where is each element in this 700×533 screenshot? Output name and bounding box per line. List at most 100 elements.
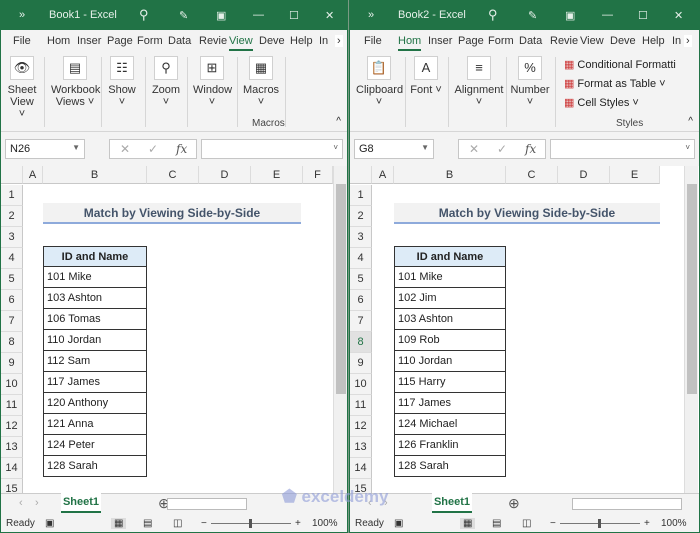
row-header-13[interactable]: 13	[350, 437, 372, 458]
cancel-icon[interactable]: ✕	[120, 142, 130, 156]
add-sheet-icon[interactable]: ⊕	[508, 495, 520, 512]
table-cell[interactable]: 112 Sam	[43, 351, 147, 372]
zoom-level[interactable]: 100%	[661, 518, 687, 529]
zoom-level[interactable]: 100%	[312, 518, 338, 529]
formula-input[interactable]: ˅	[201, 139, 343, 159]
tab-view[interactable]: View	[580, 35, 604, 47]
close-icon[interactable]: ✕	[674, 9, 683, 22]
row-header-11[interactable]: 11	[350, 395, 372, 416]
close-icon[interactable]: ✕	[325, 9, 334, 22]
row-header-4[interactable]: 4	[1, 248, 23, 269]
tab-page[interactable]: Page	[458, 35, 484, 47]
row-header-4[interactable]: 4	[350, 248, 372, 269]
workbook-views-button[interactable]: ▤ Workbook Views ˅	[51, 56, 100, 108]
formula-expand-icon[interactable]: ˅	[685, 143, 690, 152]
tab-form[interactable]: Form	[488, 35, 514, 47]
page-break-icon[interactable]: ◫	[173, 518, 182, 529]
zoom-in-icon[interactable]: +	[644, 518, 650, 529]
row-header-5[interactable]: 5	[1, 269, 23, 290]
column-header-c[interactable]: C	[147, 166, 199, 184]
tab-inser[interactable]: Inser	[428, 35, 452, 47]
row-header-1[interactable]: 1	[1, 185, 23, 206]
zoom-slider-thumb[interactable]	[249, 519, 252, 528]
table-cell[interactable]: 115 Harry	[394, 372, 506, 393]
macro-record-icon[interactable]: ▣	[45, 518, 54, 529]
row-header-9[interactable]: 9	[350, 353, 372, 374]
zoom-slider[interactable]	[211, 519, 291, 528]
row-header-6[interactable]: 6	[1, 290, 23, 311]
number-button[interactable]: % Number ˅	[510, 56, 550, 108]
table-cell[interactable]: 128 Sarah	[43, 456, 147, 477]
tab-page[interactable]: Page	[107, 35, 133, 47]
styles-item[interactable]: ▦ Format as Table ˅	[564, 77, 684, 90]
fx-icon[interactable]: fx	[176, 142, 187, 156]
zoom-slider-thumb[interactable]	[598, 519, 601, 528]
table-cell[interactable]: 101 Mike	[43, 267, 147, 288]
zoom-out-icon[interactable]: −	[201, 518, 207, 529]
name-box-dropdown-icon[interactable]: ▼	[72, 143, 80, 152]
table-cell[interactable]: 109 Rob	[394, 330, 506, 351]
next-sheet-icon[interactable]: ›	[384, 497, 388, 509]
minimize-icon[interactable]: —	[253, 9, 264, 21]
table-cell[interactable]: 121 Anna	[43, 414, 147, 435]
row-header-2[interactable]: 2	[350, 206, 372, 227]
enter-icon[interactable]: ✓	[497, 142, 507, 156]
table-header-cell[interactable]: ID and Name	[394, 246, 506, 267]
sheet-view-button[interactable]: 👁 Sheet View ˅	[7, 56, 37, 120]
select-all-corner[interactable]	[350, 166, 372, 184]
maximize-icon[interactable]: ☐	[289, 9, 299, 22]
search-icon[interactable]: ⚲	[488, 7, 498, 23]
scrollbar-thumb[interactable]	[336, 184, 346, 394]
prev-sheet-icon[interactable]: ‹	[19, 497, 23, 509]
row-header-8[interactable]: 8	[350, 332, 372, 353]
tab-help[interactable]: Help	[642, 35, 665, 47]
tabs-scroll-right-icon[interactable]: ›	[335, 35, 343, 47]
row-header-11[interactable]: 11	[1, 395, 23, 416]
page-break-icon[interactable]: ◫	[522, 518, 531, 529]
search-icon[interactable]: ⚲	[139, 7, 149, 23]
column-header-d[interactable]: D	[199, 166, 251, 184]
row-header-6[interactable]: 6	[350, 290, 372, 311]
table-cell[interactable]: 117 James	[43, 372, 147, 393]
name-box[interactable]: N26 ▼	[5, 139, 85, 159]
row-header-2[interactable]: 2	[1, 206, 23, 227]
table-cell[interactable]: 103 Ashton	[394, 309, 506, 330]
tab-inser[interactable]: Inser	[77, 35, 101, 47]
row-header-10[interactable]: 10	[1, 374, 23, 395]
styles-item[interactable]: ▦ Conditional Formatti	[564, 58, 684, 71]
fx-icon[interactable]: fx	[525, 142, 536, 156]
table-cell[interactable]: 128 Sarah	[394, 456, 506, 477]
tab-data[interactable]: Data	[519, 35, 542, 47]
table-cell[interactable]: 117 James	[394, 393, 506, 414]
table-cell[interactable]: 110 Jordan	[43, 330, 147, 351]
tab-hom[interactable]: Hom	[47, 35, 70, 47]
table-cell[interactable]: 101 Mike	[394, 267, 506, 288]
row-header-3[interactable]: 3	[350, 227, 372, 248]
maximize-icon[interactable]: ☐	[638, 9, 648, 22]
column-header-b[interactable]: B	[43, 166, 147, 184]
row-header-13[interactable]: 13	[1, 437, 23, 458]
name-box[interactable]: G8 ▼	[354, 139, 434, 159]
pen-icon[interactable]: ✎	[528, 9, 537, 22]
tab-data[interactable]: Data	[168, 35, 191, 47]
cancel-icon[interactable]: ✕	[469, 142, 479, 156]
column-header-f[interactable]: F	[303, 166, 333, 184]
row-header-9[interactable]: 9	[1, 353, 23, 374]
scrollbar-thumb[interactable]	[687, 184, 697, 394]
tab-hom[interactable]: Hom	[398, 35, 422, 51]
tab-help[interactable]: Help	[290, 35, 313, 47]
font-button[interactable]: A Font ˅	[408, 56, 444, 96]
tab-in[interactable]: In	[319, 35, 328, 47]
tab-in[interactable]: In	[672, 35, 681, 47]
collapse-ribbon-icon[interactable]: ^	[688, 116, 693, 127]
clipboard-button[interactable]: 📋 Clipboard ˅	[356, 56, 403, 108]
table-cell[interactable]: 120 Anthony	[43, 393, 147, 414]
tab-revie[interactable]: Revie	[199, 35, 227, 47]
tab-form[interactable]: Form	[137, 35, 163, 47]
column-header-b[interactable]: B	[394, 166, 506, 184]
vertical-scrollbar[interactable]	[684, 166, 698, 493]
name-box-dropdown-icon[interactable]: ▼	[421, 143, 429, 152]
column-header-a[interactable]: A	[23, 166, 43, 184]
row-header-3[interactable]: 3	[1, 227, 23, 248]
tab-file[interactable]: File	[364, 35, 382, 47]
